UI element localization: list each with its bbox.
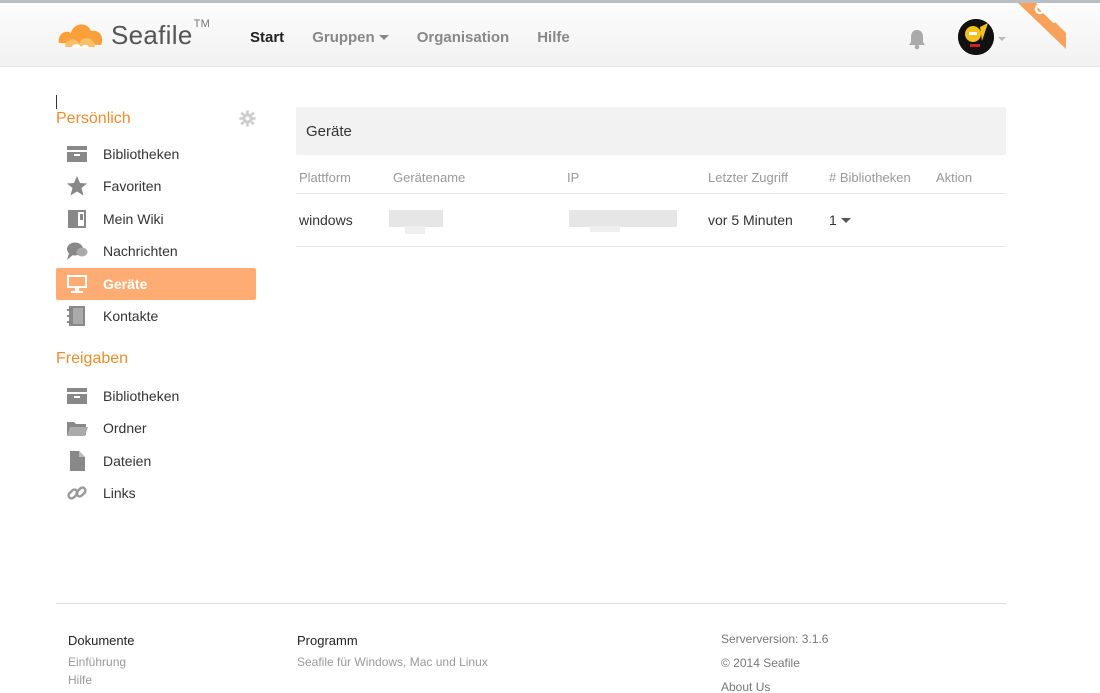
footer-program-heading: Programm xyxy=(297,633,358,648)
monitor-icon xyxy=(66,274,88,294)
footer-divider xyxy=(56,603,1006,604)
library-icon xyxy=(66,386,88,406)
footer-link-intro[interactable]: Einführung xyxy=(68,655,126,669)
footer-server-version: Serverversion: 3.1.6 xyxy=(721,632,829,646)
sidebar-item-label: Bibliotheken xyxy=(103,388,180,404)
footer-link-help[interactable]: Hilfe xyxy=(68,673,92,687)
nav-hilfe-label: Hilfe xyxy=(537,29,570,46)
footer-link-clients[interactable]: Seafile für Windows, Mac und Linux xyxy=(297,655,488,669)
contacts-icon xyxy=(66,306,88,326)
footer-docs-heading: Dokumente xyxy=(68,633,135,648)
sidebar-item-bibliotheken[interactable]: Bibliotheken xyxy=(56,138,256,170)
sidebar-item-mein-wiki[interactable]: Mein Wiki xyxy=(56,203,256,235)
text-cursor xyxy=(56,95,57,109)
top-header: SeafileTM Start Gruppen Organisation Hil… xyxy=(0,3,1100,67)
sidebar-item-kontakte[interactable]: Kontakte xyxy=(56,300,256,332)
sidebar-item-dateien[interactable]: Dateien xyxy=(56,445,256,477)
sidebar-item-label: Ordner xyxy=(103,420,147,436)
sidebar-item-label: Dateien xyxy=(103,453,152,469)
sidebar-item-label: Links xyxy=(103,485,136,501)
chevron-down-icon xyxy=(840,217,851,223)
nav-gruppen-label: Gruppen xyxy=(312,29,375,46)
sidebar-heading-personal: Persönlich xyxy=(56,110,131,127)
table-row-divider xyxy=(296,246,1006,247)
column-header-platform: Plattform xyxy=(299,170,352,185)
sidebar-item-links[interactable]: Links xyxy=(56,477,256,509)
sidebar-item-label: Bibliotheken xyxy=(103,146,180,162)
sidebar-item-geraete[interactable]: Geräte xyxy=(56,268,256,300)
devices-panel-header: Geräte xyxy=(296,107,1006,155)
library-icon xyxy=(66,144,88,164)
nav-organisation[interactable]: Organisation xyxy=(417,29,510,46)
column-header-ip: IP xyxy=(567,170,580,185)
star-icon xyxy=(66,176,88,196)
file-icon xyxy=(66,451,88,471)
footer-copyright: © 2014 Seafile xyxy=(721,656,800,670)
nav-start[interactable]: Start xyxy=(250,29,284,46)
main-nav: Start Gruppen Organisation Hilfe xyxy=(250,29,598,46)
wrench-icon[interactable] xyxy=(1018,3,1066,49)
nav-start-label: Start xyxy=(250,29,285,46)
cell-platform: windows xyxy=(299,212,353,228)
avatar-image xyxy=(958,19,994,55)
wiki-icon xyxy=(66,209,88,229)
chevron-down-icon xyxy=(378,35,389,40)
avatar-dropdown-icon[interactable] xyxy=(998,37,1006,41)
column-header-last-access: Letzter Zugriff xyxy=(708,170,788,185)
sidebar-item-shared-bibliotheken[interactable]: Bibliotheken xyxy=(56,380,256,412)
page-title: Geräte xyxy=(306,123,352,140)
folder-icon xyxy=(66,418,88,438)
cell-libraries-count: 1 xyxy=(829,212,837,228)
libraries-dropdown[interactable]: 1 xyxy=(829,212,851,228)
cell-last-access: vor 5 Minuten xyxy=(708,212,793,228)
sidebar-item-label: Geräte xyxy=(103,276,148,292)
sidebar-item-label: Nachrichten xyxy=(103,243,178,259)
sidebar-item-label: Kontakte xyxy=(103,308,159,324)
nav-gruppen[interactable]: Gruppen xyxy=(312,29,389,46)
column-header-action: Aktion xyxy=(936,170,973,185)
nav-hilfe[interactable]: Hilfe xyxy=(537,29,570,46)
table-header-divider xyxy=(296,193,1006,194)
footer-link-about[interactable]: About Us xyxy=(721,680,770,693)
sidebar-item-nachrichten[interactable]: Nachrichten xyxy=(56,235,256,267)
sidebar-item-label: Mein Wiki xyxy=(103,211,164,227)
chat-icon xyxy=(66,241,88,261)
sidebar-heading-shares: Freigaben xyxy=(56,350,129,367)
column-header-libraries: # Bibliotheken xyxy=(829,170,911,185)
link-icon xyxy=(66,483,88,503)
bell-icon[interactable] xyxy=(907,28,927,50)
seafile-logo-icon xyxy=(58,24,103,48)
nav-organisation-label: Organisation xyxy=(416,29,510,46)
gear-icon[interactable] xyxy=(239,110,256,127)
sidebar-item-ordner[interactable]: Ordner xyxy=(56,412,256,444)
column-header-device-name: Gerätename xyxy=(393,170,466,185)
sidebar-item-favoriten[interactable]: Favoriten xyxy=(56,170,256,202)
avatar[interactable] xyxy=(958,19,994,55)
logo-trademark: TM xyxy=(193,17,211,30)
seafile-logo[interactable]: SeafileTM xyxy=(55,17,211,53)
logo-text: SeafileTM xyxy=(111,17,211,50)
sidebar-item-label: Favoriten xyxy=(103,178,162,194)
